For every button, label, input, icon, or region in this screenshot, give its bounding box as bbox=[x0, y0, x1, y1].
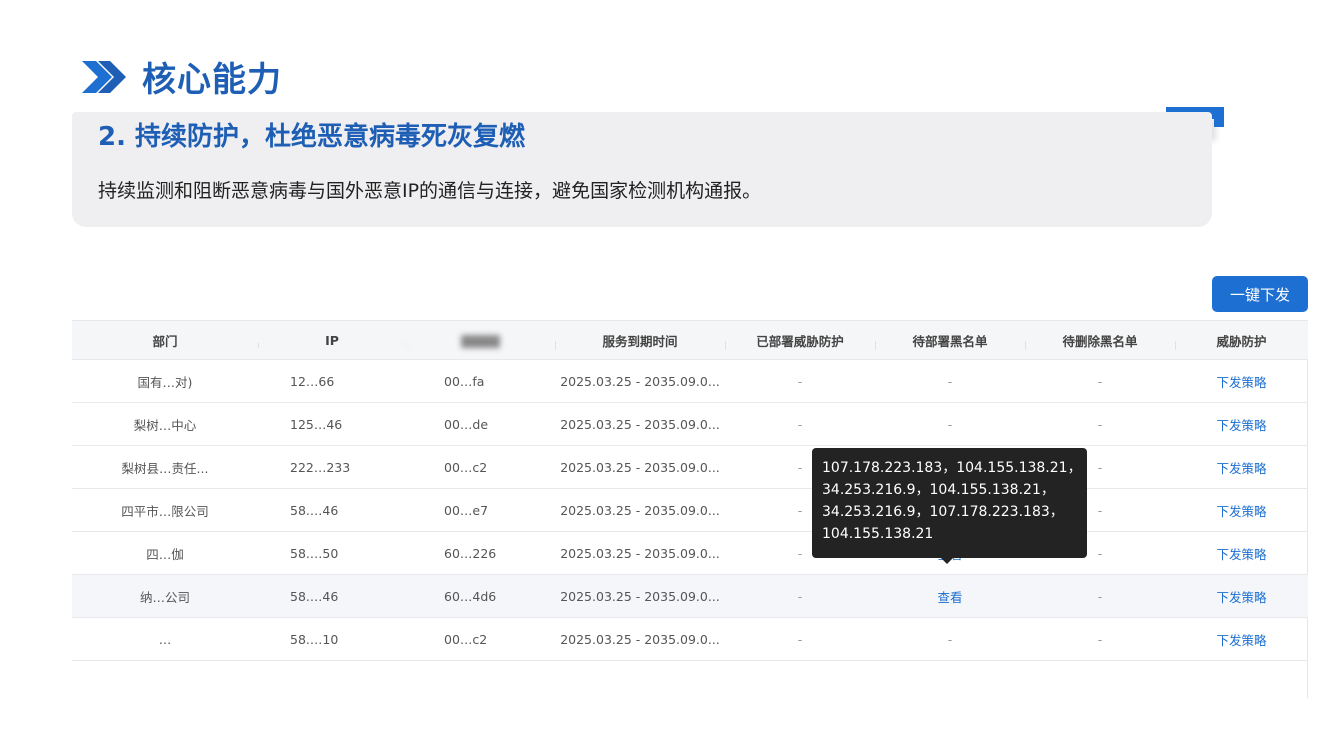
cell-mac: 60…226 bbox=[444, 545, 497, 561]
cell-expiry: 2025.03.25 - 2035.09.0... bbox=[560, 545, 720, 561]
table-row[interactable]: 纳…公司 58.…46 60…4d6 2025.03.25 - 2035.09.… bbox=[72, 575, 1308, 618]
header-pending-blacklist[interactable]: 待部署黑名单 bbox=[875, 331, 1025, 350]
cell-ip: 12…66 bbox=[290, 373, 335, 389]
cell-expiry: 2025.03.25 - 2035.09.0... bbox=[560, 502, 720, 518]
panel-subtitle: 2. 持续防护，杜绝恶意病毒死灰复燃 bbox=[98, 122, 526, 152]
section-header: 核心能力 bbox=[82, 52, 282, 101]
tooltip-line: 34.253.216.9，107.178.223.183， bbox=[822, 504, 1064, 520]
chevron-right-icon bbox=[82, 60, 126, 93]
table-row[interactable]: 四…伽 58.…50 60…226 2025.03.25 - 2035.09.0… bbox=[72, 532, 1308, 575]
cell-mac: 00…c2 bbox=[444, 459, 488, 475]
dispatch-policy-link[interactable]: 下发策略 bbox=[1175, 415, 1308, 434]
one-key-dispatch-button[interactable]: 一键下发 bbox=[1212, 276, 1308, 312]
section-title: 核心能力 bbox=[142, 60, 282, 100]
cell-ip: 58.…46 bbox=[290, 588, 339, 604]
cell-deployed: - bbox=[797, 373, 803, 389]
cell-ip: 58.…46 bbox=[290, 502, 339, 518]
dispatch-policy-link[interactable]: 下发策略 bbox=[1175, 544, 1308, 563]
header-threat-protection[interactable]: 威胁防护 bbox=[1175, 331, 1308, 350]
view-blacklist-link[interactable]: 查看 bbox=[875, 587, 1025, 606]
description-panel: 2. 持续防护，杜绝恶意病毒死灰复燃 持续监测和阻断恶意病毒与国外恶意IP的通信… bbox=[72, 112, 1212, 227]
dispatch-policy-link[interactable]: 下发策略 bbox=[1175, 587, 1308, 606]
dispatch-policy-link[interactable]: 下发策略 bbox=[1175, 630, 1308, 649]
cell-pending-blacklist: - bbox=[947, 631, 953, 647]
cell-pending-delete: - bbox=[1097, 631, 1103, 647]
cell-deployed: - bbox=[797, 416, 803, 432]
cell-ip: 222…233 bbox=[290, 459, 351, 475]
cell-dept: 国有…对) bbox=[137, 374, 193, 390]
table-header-row: 部门 IP ▇▇▇▇ 服务到期时间 已部署威胁防护 待部署黑名单 待删除黑名单 … bbox=[72, 320, 1308, 360]
device-table: 部门 IP ▇▇▇▇ 服务到期时间 已部署威胁防护 待部署黑名单 待删除黑名单 … bbox=[72, 320, 1308, 661]
header-mac[interactable]: ▇▇▇▇ bbox=[406, 333, 555, 348]
cell-expiry: 2025.03.25 - 2035.09.0... bbox=[560, 588, 720, 604]
cell-dept: 梨树县…责任... bbox=[121, 460, 209, 476]
cell-dept: 纳…公司 bbox=[139, 589, 190, 605]
cell-pending-blacklist: - bbox=[947, 416, 953, 432]
header-expiry[interactable]: 服务到期时间 bbox=[555, 331, 725, 350]
cell-pending-delete: - bbox=[1097, 373, 1103, 389]
header-dept[interactable]: 部门 bbox=[72, 331, 258, 350]
table-row[interactable]: 梨树县…责任... 222…233 00…c2 2025.03.25 - 203… bbox=[72, 446, 1308, 489]
cell-mac: 00…fa bbox=[444, 373, 485, 389]
cell-mac: 00…de bbox=[444, 416, 489, 432]
cell-expiry: 2025.03.25 - 2035.09.0... bbox=[560, 416, 720, 432]
tooltip-line: 104.155.138.21 bbox=[822, 526, 934, 542]
cell-expiry: 2025.03.25 - 2035.09.0... bbox=[560, 373, 720, 389]
cell-pending-delete: - bbox=[1097, 588, 1103, 604]
cell-pending-blacklist: - bbox=[947, 373, 953, 389]
cell-expiry: 2025.03.25 - 2035.09.0... bbox=[560, 631, 720, 647]
table-row[interactable]: 国有…对) 12…66 00…fa 2025.03.25 - 2035.09.0… bbox=[72, 360, 1308, 403]
cell-mac: 60…4d6 bbox=[444, 588, 497, 604]
table-row[interactable]: 四平市…限公司 58.…46 00…e7 2025.03.25 - 2035.0… bbox=[72, 489, 1308, 532]
cell-ip: 58.…50 bbox=[290, 545, 339, 561]
header-ip[interactable]: IP bbox=[258, 333, 406, 348]
panel-description: 持续监测和阻断恶意病毒与国外恶意IP的通信与连接，避免国家检测机构通报。 bbox=[98, 180, 762, 202]
header-deployed[interactable]: 已部署威胁防护 bbox=[725, 331, 875, 350]
cell-dept: 四…伽 bbox=[146, 546, 184, 562]
cell-pending-delete: - bbox=[1097, 416, 1103, 432]
cell-deployed: - bbox=[797, 588, 803, 604]
cell-mac: 00…e7 bbox=[444, 502, 489, 518]
tooltip-arrow bbox=[940, 557, 954, 564]
dispatch-policy-link[interactable]: 下发策略 bbox=[1175, 372, 1308, 391]
cell-mac: 00…c2 bbox=[444, 631, 488, 647]
table-row[interactable]: … 58.…10 00…c2 2025.03.25 - 2035.09.0...… bbox=[72, 618, 1308, 661]
cell-deployed: - bbox=[797, 631, 803, 647]
cell-ip: 58.…10 bbox=[290, 631, 339, 647]
cell-dept: … bbox=[158, 631, 172, 647]
header-pending-delete[interactable]: 待删除黑名单 bbox=[1025, 331, 1175, 350]
cell-dept: 四平市…限公司 bbox=[121, 503, 209, 519]
tooltip-line: 34.253.216.9，104.155.138.21， bbox=[822, 482, 1055, 498]
cell-ip: 125…46 bbox=[290, 416, 343, 432]
tooltip-line: 107.178.223.183，104.155.138.21， bbox=[822, 460, 1082, 476]
dispatch-policy-link[interactable]: 下发策略 bbox=[1175, 458, 1308, 477]
blacklist-ip-tooltip: 107.178.223.183，104.155.138.21， 34.253.2… bbox=[812, 448, 1087, 558]
cell-dept: 梨树…中心 bbox=[133, 417, 197, 433]
table-row[interactable]: 梨树…中心 125…46 00…de 2025.03.25 - 2035.09.… bbox=[72, 403, 1308, 446]
cell-expiry: 2025.03.25 - 2035.09.0... bbox=[560, 459, 720, 475]
dispatch-policy-link[interactable]: 下发策略 bbox=[1175, 501, 1308, 520]
